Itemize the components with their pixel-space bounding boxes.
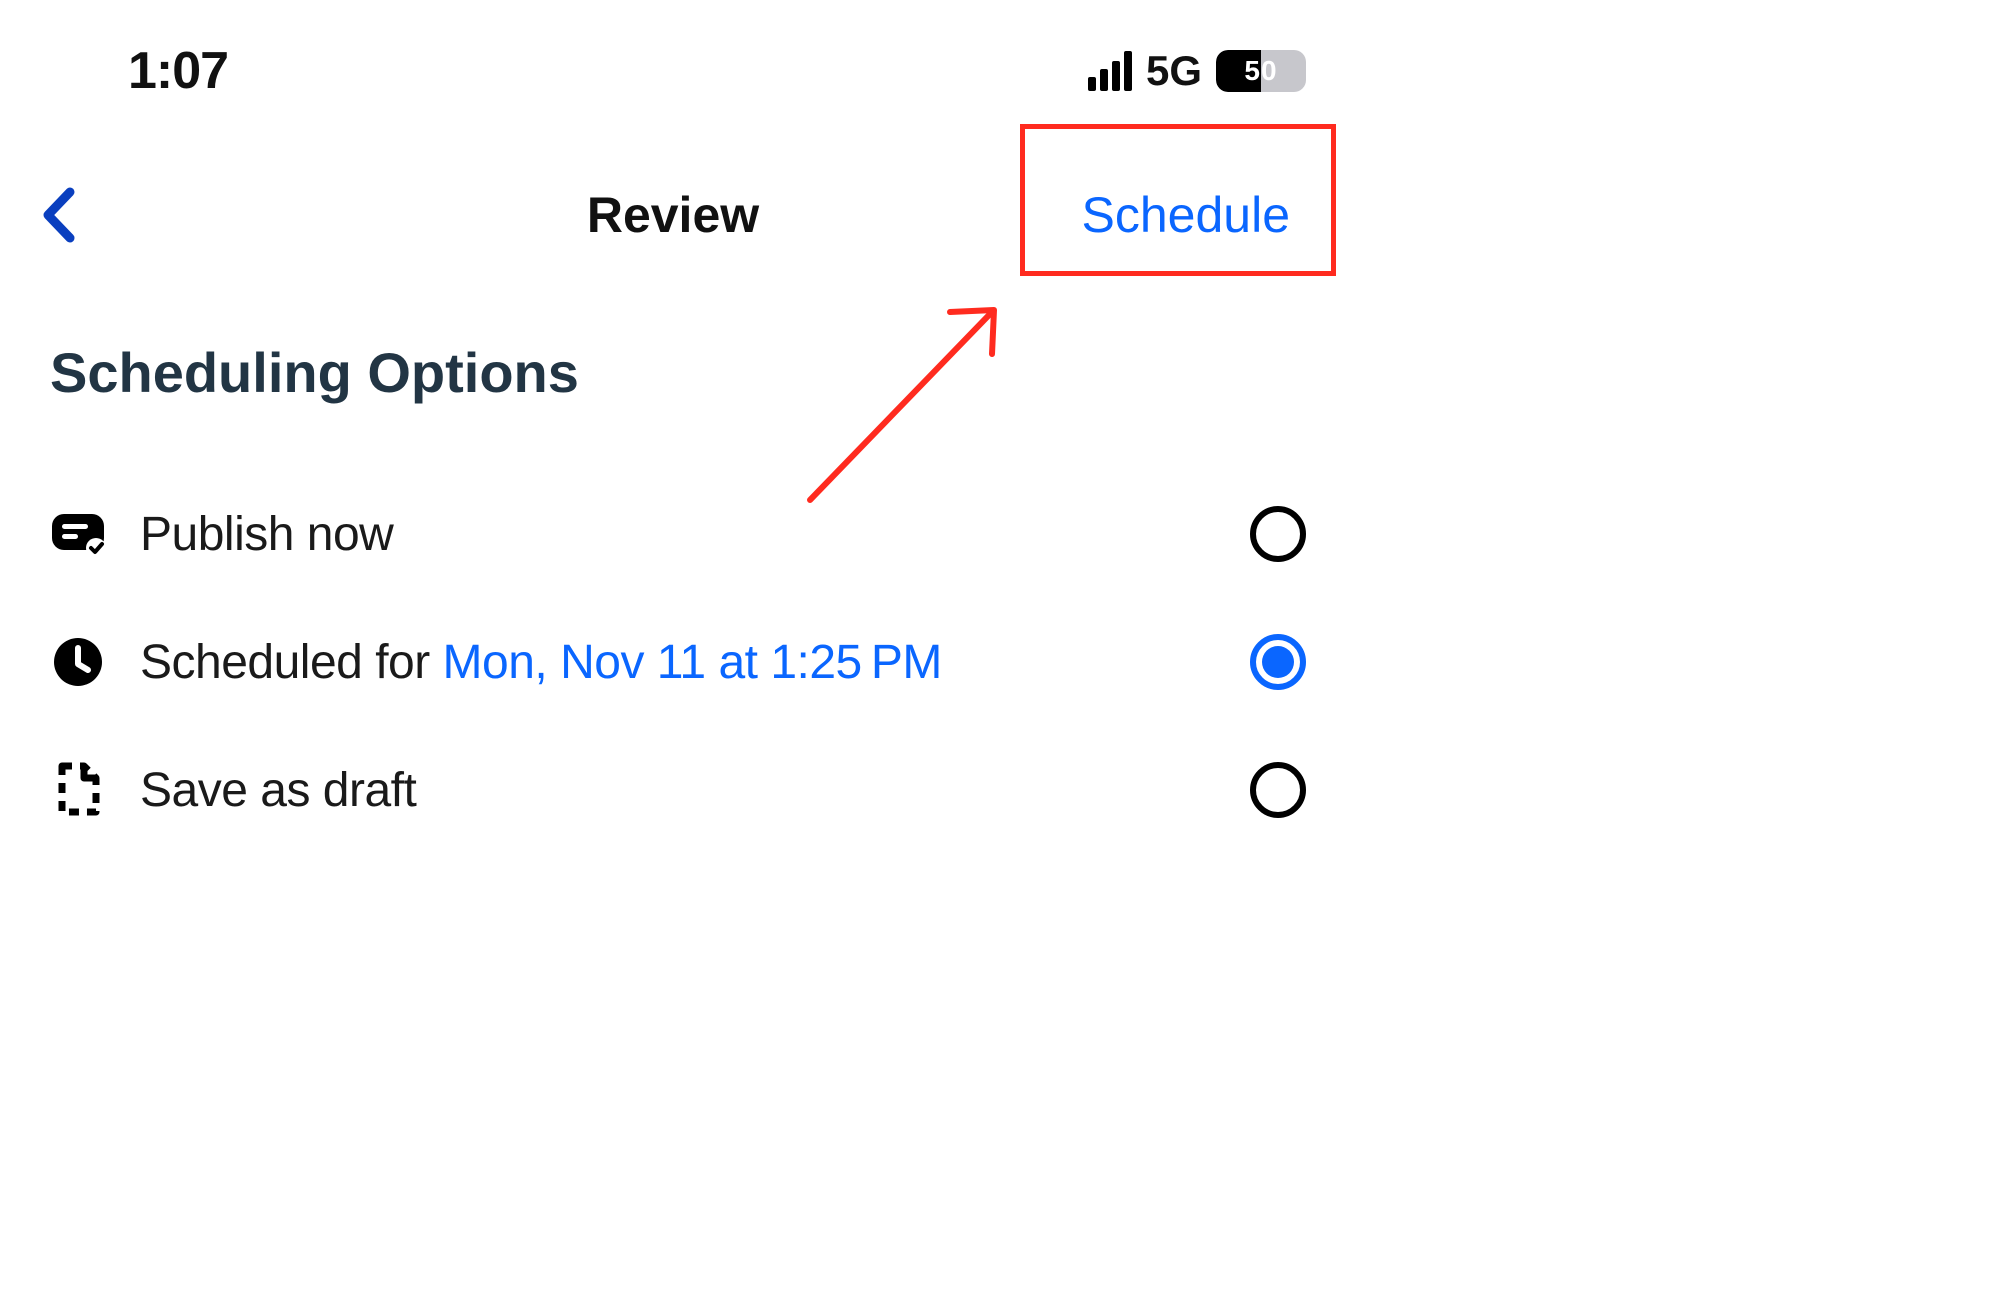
status-time: 1:07 <box>128 41 228 101</box>
option-scheduled-label: Scheduled for Mon, Nov 11 at 1:25 PM <box>140 635 1216 690</box>
radio-publish-now[interactable] <box>1250 506 1306 562</box>
schedule-button[interactable]: Schedule <box>1066 178 1307 252</box>
radio-scheduled[interactable] <box>1250 634 1306 690</box>
page-title: Review <box>587 186 759 244</box>
option-publish-now[interactable]: Publish now <box>50 470 1306 598</box>
network-type: 5G <box>1146 47 1202 95</box>
battery-percent: 50 <box>1216 50 1306 92</box>
nav-bar: Review Schedule <box>0 160 1346 270</box>
option-scheduled-prefix: Scheduled for <box>140 636 443 689</box>
section-heading: Scheduling Options <box>50 340 579 405</box>
clock-icon <box>50 634 106 690</box>
radio-save-draft[interactable] <box>1250 762 1306 818</box>
option-scheduled[interactable]: Scheduled for Mon, Nov 11 at 1:25 PM <box>50 598 1306 726</box>
option-save-draft-label: Save as draft <box>140 763 1216 818</box>
scheduling-options-list: Publish now Scheduled for Mon, Nov 11 at… <box>50 470 1306 854</box>
option-publish-now-label: Publish now <box>140 507 1216 562</box>
back-button[interactable] <box>40 186 100 244</box>
cellular-signal-icon <box>1088 51 1132 91</box>
battery-indicator: 50 <box>1216 50 1306 92</box>
screen: 1:07 5G 50 Review Schedule Scheduling <box>0 0 1346 900</box>
status-indicators: 5G 50 <box>1088 47 1306 95</box>
chevron-left-icon <box>40 186 76 244</box>
publish-now-icon <box>50 506 106 562</box>
status-bar: 1:07 5G 50 <box>0 36 1346 106</box>
draft-file-icon <box>50 762 106 818</box>
scheduled-datetime[interactable]: Mon, Nov 11 at 1:25 PM <box>443 636 942 689</box>
option-save-draft[interactable]: Save as draft <box>50 726 1306 854</box>
